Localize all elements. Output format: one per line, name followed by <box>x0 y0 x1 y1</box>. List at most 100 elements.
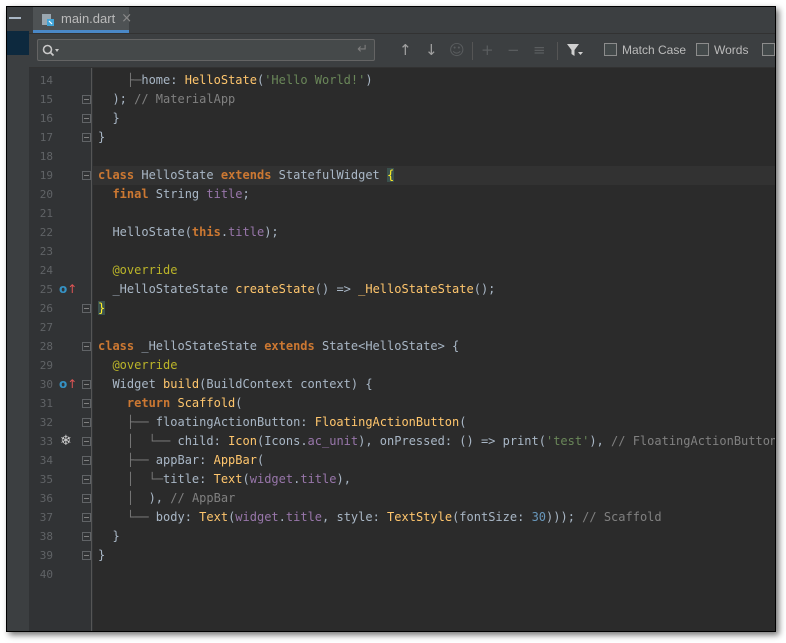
code-line: ├─home: HelloState('Hello World!') <box>98 71 373 90</box>
code-token: class <box>98 168 142 182</box>
line-number: 16 <box>39 112 53 125</box>
find-bar: ↵ ↑ ↓ ☺ + − ≡ Match Case Words <box>29 34 775 68</box>
code-line: │ └── child: Icon(Icons.ac_unit), onPres… <box>98 432 776 451</box>
line-number: 21 <box>39 207 53 220</box>
code-token: 'test' <box>545 434 590 448</box>
code-token: title <box>300 472 337 486</box>
editor-gutter: 14 15 16 17 18 19 20 21 22 23 24 25 o↑ 26 27 28 29 30 o↑ 31… <box>29 68 93 631</box>
project-panel-selection <box>7 31 29 55</box>
fold-marker-icon[interactable] <box>82 513 91 522</box>
code-token: HelloState <box>141 168 221 182</box>
code-token: AppBar <box>213 453 257 467</box>
code-token: │ └─ <box>98 472 164 486</box>
code-line: } <box>98 527 119 546</box>
line-number: 20 <box>39 188 53 201</box>
code-token: ))); <box>546 510 575 524</box>
code-line: return Scaffold( <box>98 394 243 413</box>
fold-marker-icon[interactable] <box>82 551 91 560</box>
tab-main-dart[interactable]: main.dart × <box>33 7 132 33</box>
dart-file-icon <box>41 12 55 26</box>
code-token: ├── <box>98 453 156 467</box>
code-token: _HelloStateState <box>98 282 236 296</box>
minimize-icon[interactable] <box>9 17 21 19</box>
fold-marker-icon[interactable] <box>82 456 91 465</box>
fold-marker-icon[interactable] <box>82 171 91 180</box>
code-token: { <box>387 168 395 182</box>
line-number: 31 <box>39 397 53 410</box>
fold-marker-icon[interactable] <box>82 304 91 313</box>
code-token: . <box>220 225 229 239</box>
remove-occurrence-icon[interactable]: − <box>507 42 520 58</box>
words-checkbox[interactable] <box>696 43 709 56</box>
code-token: (fontSize: <box>452 510 532 524</box>
code-token: // FloatingActionButton <box>611 434 776 448</box>
line-number: 18 <box>39 150 53 163</box>
gutter-divider <box>91 68 92 631</box>
code-token: Text <box>213 472 243 486</box>
fold-marker-icon[interactable] <box>82 342 91 351</box>
filter-icon[interactable] <box>566 42 584 61</box>
regex-checkbox[interactable] <box>762 43 775 56</box>
code-line: HelloState(this.title); <box>98 223 279 242</box>
match-case-label[interactable]: Match Case <box>622 43 686 57</box>
search-history-icon[interactable] <box>42 43 60 62</box>
add-occurrence-icon[interactable]: + <box>481 42 494 58</box>
newline-icon[interactable]: ↵ <box>357 42 368 57</box>
code-token: // AppBar <box>170 491 236 505</box>
code-token: title <box>206 187 243 201</box>
fold-marker-icon[interactable] <box>82 380 91 389</box>
left-tool-strip <box>7 7 29 631</box>
code-token: @override <box>98 263 178 277</box>
code-token: ( <box>242 472 250 486</box>
code-editor[interactable]: ├─home: HelloState('Hello World!') ); //… <box>93 68 775 631</box>
find-all-occurrences-icon[interactable]: ☺ <box>449 42 465 58</box>
code-token: extends <box>264 339 322 353</box>
fold-marker-icon[interactable] <box>82 494 91 503</box>
override-method-icon[interactable]: o↑ <box>59 375 77 394</box>
code-token: ), <box>148 491 171 505</box>
line-number: 40 <box>39 568 53 581</box>
line-number: 19 <box>39 169 53 182</box>
code-token: ), <box>589 434 612 448</box>
fold-marker-icon[interactable] <box>82 95 91 104</box>
code-line: final String title; <box>98 185 249 204</box>
code-token: final <box>98 187 156 201</box>
tab-label: main.dart <box>61 11 116 26</box>
line-number: 36 <box>39 492 53 505</box>
fold-marker-icon[interactable] <box>82 532 91 541</box>
override-method-icon[interactable]: o↑ <box>59 280 77 299</box>
code-token: ( <box>256 453 265 467</box>
code-token: HelloState <box>184 73 257 87</box>
previous-occurrence-icon[interactable]: ↑ <box>399 42 412 58</box>
next-occurrence-icon[interactable]: ↓ <box>425 42 438 58</box>
code-token: appBar: <box>155 453 214 467</box>
fold-marker-icon[interactable] <box>82 114 91 123</box>
code-token: ); <box>264 225 279 239</box>
code-token: @override <box>98 358 178 372</box>
fold-marker-icon[interactable] <box>82 475 91 484</box>
match-case-checkbox[interactable] <box>604 43 617 56</box>
words-label[interactable]: Words <box>714 43 748 57</box>
code-line: } <box>98 546 105 565</box>
code-token: 'Hello World!' <box>264 73 366 87</box>
fold-marker-icon[interactable] <box>82 437 91 446</box>
code-line: } <box>98 128 105 147</box>
code-token: ) <box>365 73 373 87</box>
line-number: 14 <box>39 74 53 87</box>
search-input[interactable]: ↵ <box>37 39 375 61</box>
select-all-occurrences-icon[interactable]: ≡ <box>533 42 546 58</box>
code-token: └── <box>98 510 156 524</box>
code-line: class _HelloStateState extends State<Hel… <box>98 337 459 356</box>
code-token: } <box>98 111 120 125</box>
fold-marker-icon[interactable] <box>82 133 91 142</box>
code-token: _HelloStateState <box>141 339 265 353</box>
fold-marker-icon[interactable] <box>82 418 91 427</box>
fold-marker-icon[interactable] <box>82 399 91 408</box>
code-token: . <box>278 510 286 524</box>
code-token: Icon <box>228 434 257 448</box>
line-number: 33 <box>39 435 53 448</box>
code-token: extends <box>220 168 279 182</box>
code-line: class HelloState extends StatefulWidget … <box>98 166 395 185</box>
close-tab-icon[interactable]: × <box>121 11 132 26</box>
line-number: 30 <box>39 378 53 391</box>
